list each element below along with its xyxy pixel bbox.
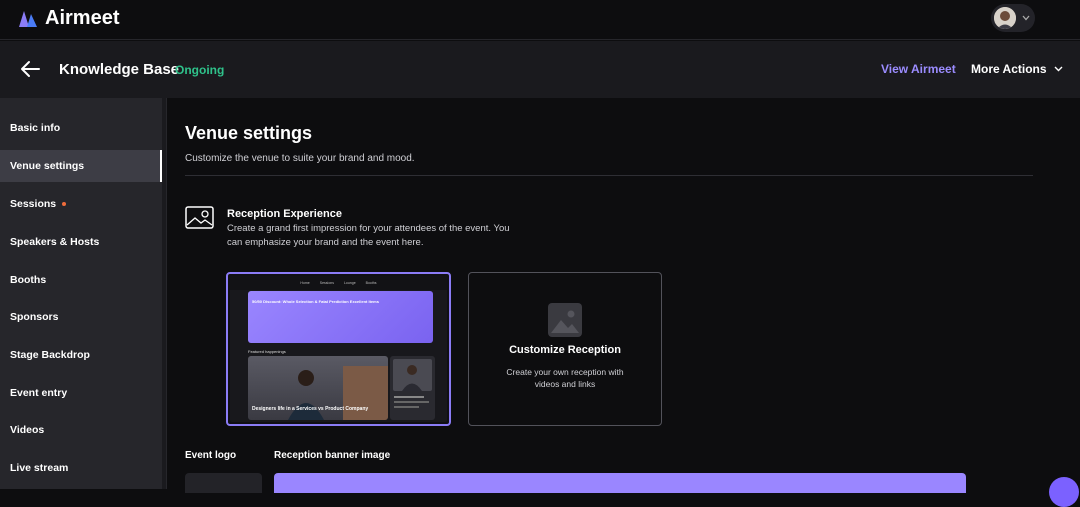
sidebar-item-videos[interactable]: Videos (0, 414, 160, 446)
event-title: Knowledge Base (59, 61, 180, 78)
customize-reception-title: Customize Reception (509, 344, 621, 356)
avatar (994, 7, 1016, 29)
preview-featured-image: Designers life in a Services vs Product … (248, 356, 388, 420)
preview-featured-label: Featured happenings (248, 349, 286, 354)
sidebar-item-live-stream[interactable]: Live stream (0, 452, 160, 484)
customize-reception-card[interactable]: Customize Reception Create your own rece… (468, 272, 662, 426)
airmeet-logo-icon (19, 10, 37, 27)
back-arrow-icon[interactable] (20, 60, 40, 78)
notification-dot (62, 202, 67, 206)
profile-menu[interactable] (991, 4, 1035, 32)
more-actions-button[interactable]: More Actions (971, 62, 1063, 76)
preview-side-card (390, 356, 435, 420)
chevron-down-icon (1054, 66, 1063, 72)
reception-banner-upload[interactable] (274, 473, 966, 493)
sidebar-item-stage-backdrop[interactable]: Stage Backdrop (0, 339, 160, 371)
airmeet-logo[interactable]: Airmeet (18, 7, 119, 30)
page-subtitle: Customize the venue to suite your brand … (185, 153, 415, 164)
sidebar: Basic info Venue settings Sessions Speak… (0, 98, 167, 489)
help-button[interactable] (1049, 477, 1079, 507)
sidebar-item-event-entry[interactable]: Event entry (0, 377, 160, 409)
preview-nav: Home Sessions Lounge Booths (230, 276, 447, 290)
main-content: Venue settings Customize the venue to su… (167, 98, 1080, 493)
sidebar-item-sessions[interactable]: Sessions (0, 188, 160, 220)
reception-description: Create a grand first impression for your… (227, 223, 510, 248)
sidebar-item-sponsors[interactable]: Sponsors (0, 301, 160, 333)
event-header: Knowledge Base Ongoing View Airmeet More… (0, 41, 1080, 98)
event-logo-upload[interactable] (185, 473, 262, 493)
reception-template-card[interactable]: Home Sessions Lounge Booths 50/50 Discou… (226, 272, 451, 426)
image-icon (185, 206, 214, 229)
chevron-down-icon (1022, 15, 1030, 21)
page-title: Venue settings (185, 123, 313, 143)
banner-image-label: Reception banner image (274, 450, 391, 461)
status-badge: Ongoing (175, 63, 225, 77)
sidebar-item-booths[interactable]: Booths (0, 264, 160, 296)
top-bar: Airmeet (0, 0, 1080, 40)
sidebar-item-speakers-hosts[interactable]: Speakers & Hosts (0, 226, 160, 258)
customize-reception-description: Create your own reception with videos an… (506, 367, 624, 389)
image-placeholder-icon (548, 303, 582, 337)
divider (185, 175, 1033, 176)
reception-template-preview: Home Sessions Lounge Booths 50/50 Discou… (230, 276, 447, 422)
preview-banner: 50/50 Discount: Whole Selection & Fatal … (248, 291, 433, 343)
reception-title: Reception Experience (227, 208, 342, 220)
more-actions-label: More Actions (971, 62, 1047, 76)
event-logo-label: Event logo (185, 450, 237, 461)
sidebar-item-venue-settings[interactable]: Venue settings (0, 150, 163, 182)
preview-featured-title: Designers life in a Services vs Product … (252, 406, 369, 412)
view-airmeet-link[interactable]: View Airmeet (881, 62, 956, 76)
sidebar-scrollbar[interactable] (162, 98, 166, 489)
sidebar-item-basic-info[interactable]: Basic info (0, 112, 160, 144)
app-name: Airmeet (45, 7, 120, 29)
